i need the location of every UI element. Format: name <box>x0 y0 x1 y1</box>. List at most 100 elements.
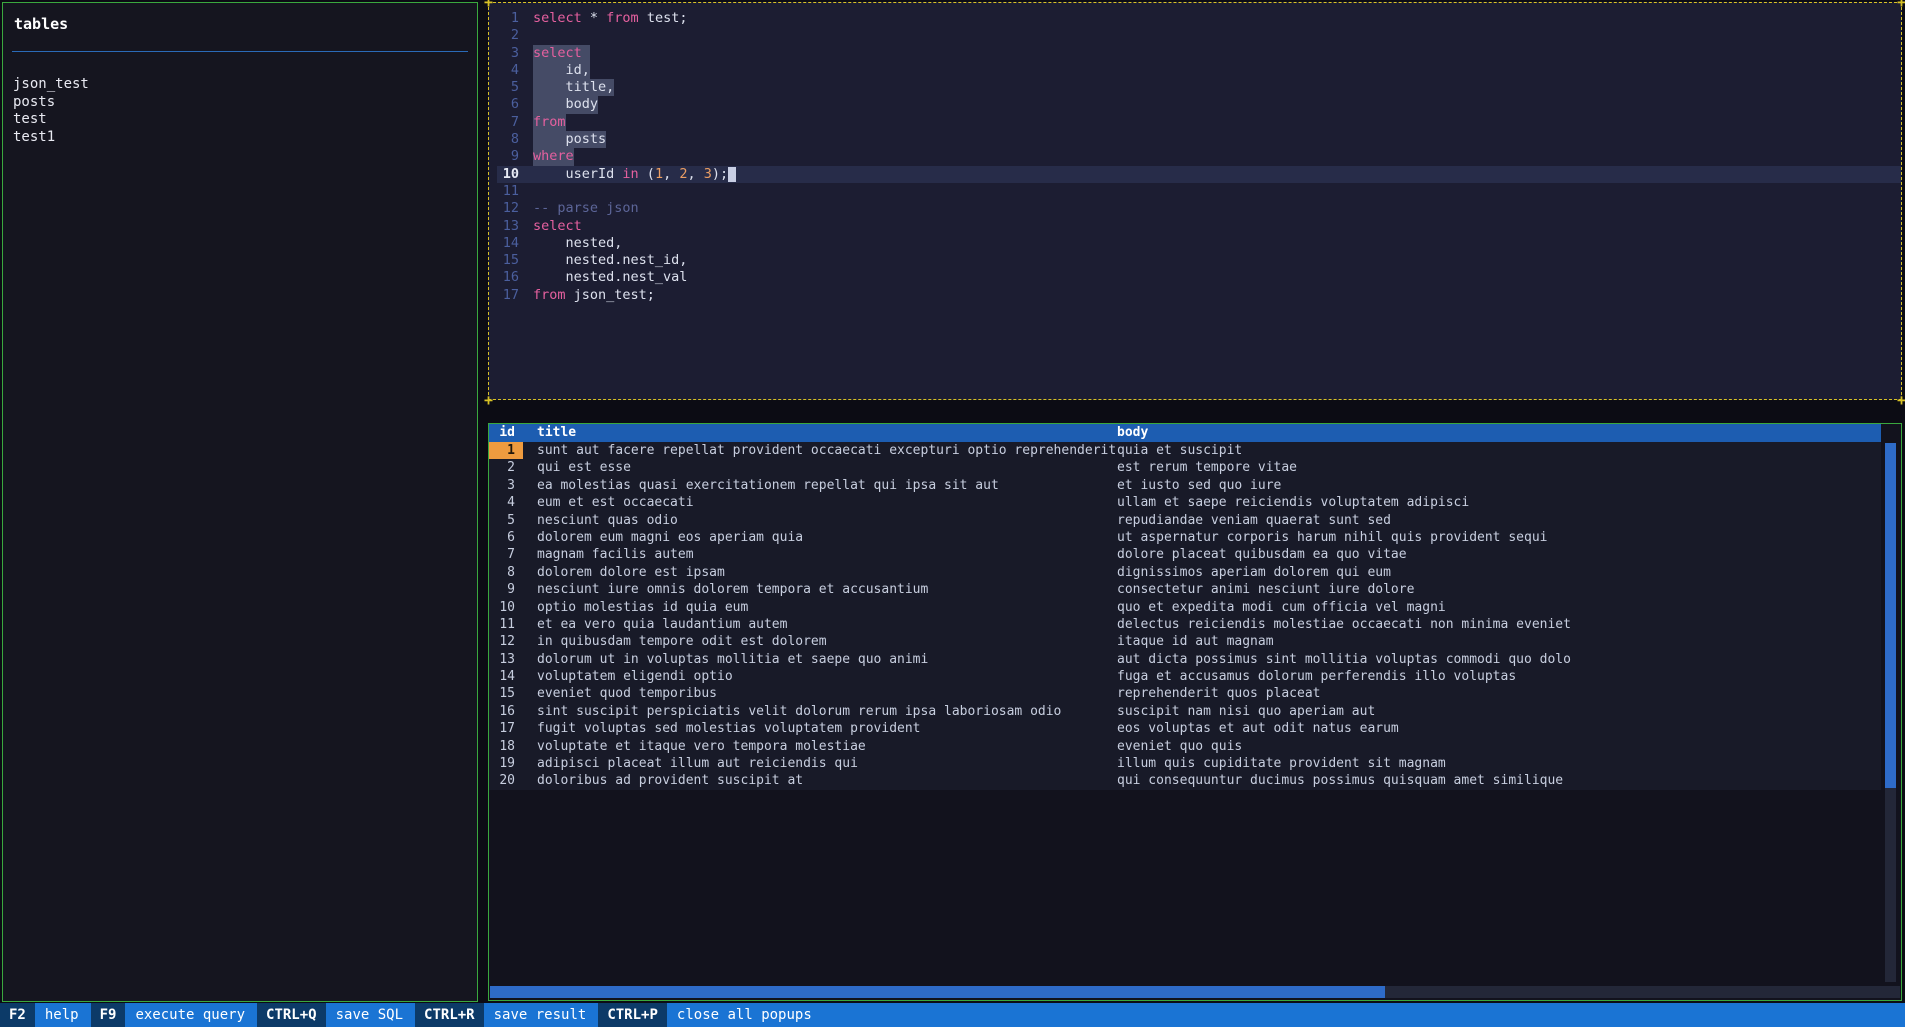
code-token-kw: where <box>533 148 574 164</box>
cell-title: ea molestias quasi exercitationem repell… <box>523 477 1117 494</box>
cell-body: dolore placeat quibusdam ea quo vitae <box>1117 546 1881 563</box>
column-header-id[interactable]: id <box>489 424 523 442</box>
code-line[interactable]: 13select <box>497 218 1901 235</box>
result-row[interactable]: 18voluptate et itaque vero tempora moles… <box>489 738 1881 755</box>
code-line[interactable]: 8 posts <box>497 131 1901 148</box>
code-line[interactable]: 4 id, <box>497 62 1901 79</box>
statusbar-label[interactable]: save SQL <box>326 1003 415 1027</box>
line-number: 5 <box>497 79 519 96</box>
statusbar-label[interactable]: close all popups <box>667 1003 824 1027</box>
code-line[interactable]: 14 nested, <box>497 235 1901 252</box>
statusbar-label[interactable]: help <box>35 1003 91 1027</box>
code-text: from json_test; <box>533 287 655 304</box>
cell-id: 20 <box>489 772 523 789</box>
table-list-item[interactable]: posts <box>13 94 477 112</box>
result-row[interactable]: 14voluptatem eligendi optiofuga et accus… <box>489 668 1881 685</box>
results-panel: id title body 1sunt aut facere repellat … <box>488 423 1902 1001</box>
cell-title: dolorem eum magni eos aperiam quia <box>523 529 1117 546</box>
cell-id: 3 <box>489 477 523 494</box>
code-token-kw: select <box>533 45 582 61</box>
cell-title: optio molestias id quia eum <box>523 599 1117 616</box>
result-row[interactable]: 6dolorem eum magni eos aperiam quiaut as… <box>489 529 1881 546</box>
statusbar-key[interactable]: CTRL+Q <box>257 1003 326 1027</box>
statusbar-key[interactable]: CTRL+R <box>415 1003 484 1027</box>
result-row[interactable]: 1sunt aut facere repellat provident occa… <box>489 442 1881 459</box>
column-header-body[interactable]: body <box>1117 424 1881 442</box>
code-line[interactable]: 11 <box>497 183 1901 200</box>
code-token-plain: userId <box>533 166 622 182</box>
result-row[interactable]: 13dolorum ut in voluptas mollitia et sae… <box>489 651 1881 668</box>
table-list-item[interactable]: test1 <box>13 129 477 147</box>
result-row[interactable]: 19adipisci placeat illum aut reiciendis … <box>489 755 1881 772</box>
line-number: 16 <box>497 269 519 286</box>
cell-id: 7 <box>489 546 523 563</box>
code-text: select <box>533 45 590 62</box>
code-line[interactable]: 9where <box>497 148 1901 165</box>
result-row[interactable]: 20doloribus ad provident suscipit atqui … <box>489 772 1881 789</box>
result-row[interactable]: 12in quibusdam tempore odit est doloremi… <box>489 633 1881 650</box>
cell-id: 9 <box>489 581 523 598</box>
code-line[interactable]: 5 title, <box>497 79 1901 96</box>
cell-body: reprehenderit quos placeat <box>1117 685 1881 702</box>
cell-body: et iusto sed quo iure <box>1117 477 1881 494</box>
code-text: posts <box>533 131 606 148</box>
results-rows: 1sunt aut facere repellat provident occa… <box>489 442 1881 790</box>
horizontal-scrollbar[interactable] <box>490 986 1900 998</box>
text-cursor <box>728 167 736 182</box>
code-line[interactable]: 17 from json_test; <box>497 287 1901 304</box>
vertical-scrollbar-thumb[interactable] <box>1885 443 1896 788</box>
line-number: 10 <box>497 166 519 183</box>
code-token-plain: title, <box>533 79 614 95</box>
result-row[interactable]: 16sint suscipit perspiciatis velit dolor… <box>489 703 1881 720</box>
cell-id: 10 <box>489 599 523 616</box>
cell-title: dolorum ut in voluptas mollitia et saepe… <box>523 651 1117 668</box>
result-row[interactable]: 9nesciunt iure omnis dolorem tempora et … <box>489 581 1881 598</box>
cell-title: nesciunt quas odio <box>523 512 1117 529</box>
statusbar-key[interactable]: CTRL+P <box>598 1003 667 1027</box>
code-line[interactable]: 10 userId in (1, 2, 3); <box>497 166 1901 183</box>
cell-title: eum et est occaecati <box>523 494 1117 511</box>
cell-title: sint suscipit perspiciatis velit dolorum… <box>523 703 1117 720</box>
line-number: 13 <box>497 218 519 235</box>
vertical-scrollbar[interactable] <box>1885 443 1896 982</box>
result-row[interactable]: 3ea molestias quasi exercitationem repel… <box>489 477 1881 494</box>
result-row[interactable]: 8dolorem dolore est ipsamdignissimos ape… <box>489 564 1881 581</box>
code-token-comment: -- parse json <box>533 200 639 216</box>
code-token-plain: nested.nest_val <box>533 269 687 285</box>
statusbar-key[interactable]: F2 <box>0 1003 35 1027</box>
cell-id: 13 <box>489 651 523 668</box>
code-token-plain: ); <box>712 166 728 182</box>
code-line[interactable]: 2 <box>497 27 1901 44</box>
sql-editor-panel[interactable]: + + + + 1select * from test;23select 4 i… <box>488 2 1902 400</box>
code-line[interactable]: 15 nested.nest_id, <box>497 252 1901 269</box>
result-row[interactable]: 5nesciunt quas odiorepudiandae veniam qu… <box>489 512 1881 529</box>
code-line[interactable]: 12-- parse json <box>497 200 1901 217</box>
table-list-item[interactable]: json_test <box>13 76 477 94</box>
table-list-item[interactable]: test <box>13 111 477 129</box>
code-text: from <box>533 114 566 131</box>
result-row[interactable]: 15eveniet quod temporibusreprehenderit q… <box>489 685 1881 702</box>
result-row[interactable]: 2qui est esseest rerum tempore vitae <box>489 459 1881 476</box>
code-line[interactable]: 6 body <box>497 96 1901 113</box>
code-line[interactable]: 7from <box>497 114 1901 131</box>
tables-panel-title: tables <box>3 3 477 33</box>
code-line[interactable]: 16 nested.nest_val <box>497 269 1901 286</box>
code-line[interactable]: 1select * from test; <box>497 10 1901 27</box>
code-token-plain: test; <box>639 10 688 26</box>
result-row[interactable]: 11et ea vero quia laudantium autemdelect… <box>489 616 1881 633</box>
code-line[interactable]: 3select <box>497 45 1901 62</box>
result-row[interactable]: 7magnam facilis autemdolore placeat quib… <box>489 546 1881 563</box>
result-row[interactable]: 17fugit voluptas sed molestias voluptate… <box>489 720 1881 737</box>
code-token-plain: , <box>687 166 703 182</box>
column-header-title[interactable]: title <box>523 424 1117 442</box>
code-text: title, <box>533 79 614 96</box>
tables-panel: tables json_testpoststesttest1 <box>2 2 478 1002</box>
statusbar-key[interactable]: F9 <box>91 1003 126 1027</box>
statusbar-label[interactable]: execute query <box>125 1003 257 1027</box>
result-row[interactable]: 4eum et est occaecatiullam et saepe reic… <box>489 494 1881 511</box>
line-number: 17 <box>497 287 519 304</box>
statusbar-label[interactable]: save result <box>484 1003 599 1027</box>
cell-body: delectus reiciendis molestiae occaecati … <box>1117 616 1881 633</box>
horizontal-scrollbar-thumb[interactable] <box>490 986 1385 998</box>
result-row[interactable]: 10optio molestias id quia eumquo et expe… <box>489 599 1881 616</box>
